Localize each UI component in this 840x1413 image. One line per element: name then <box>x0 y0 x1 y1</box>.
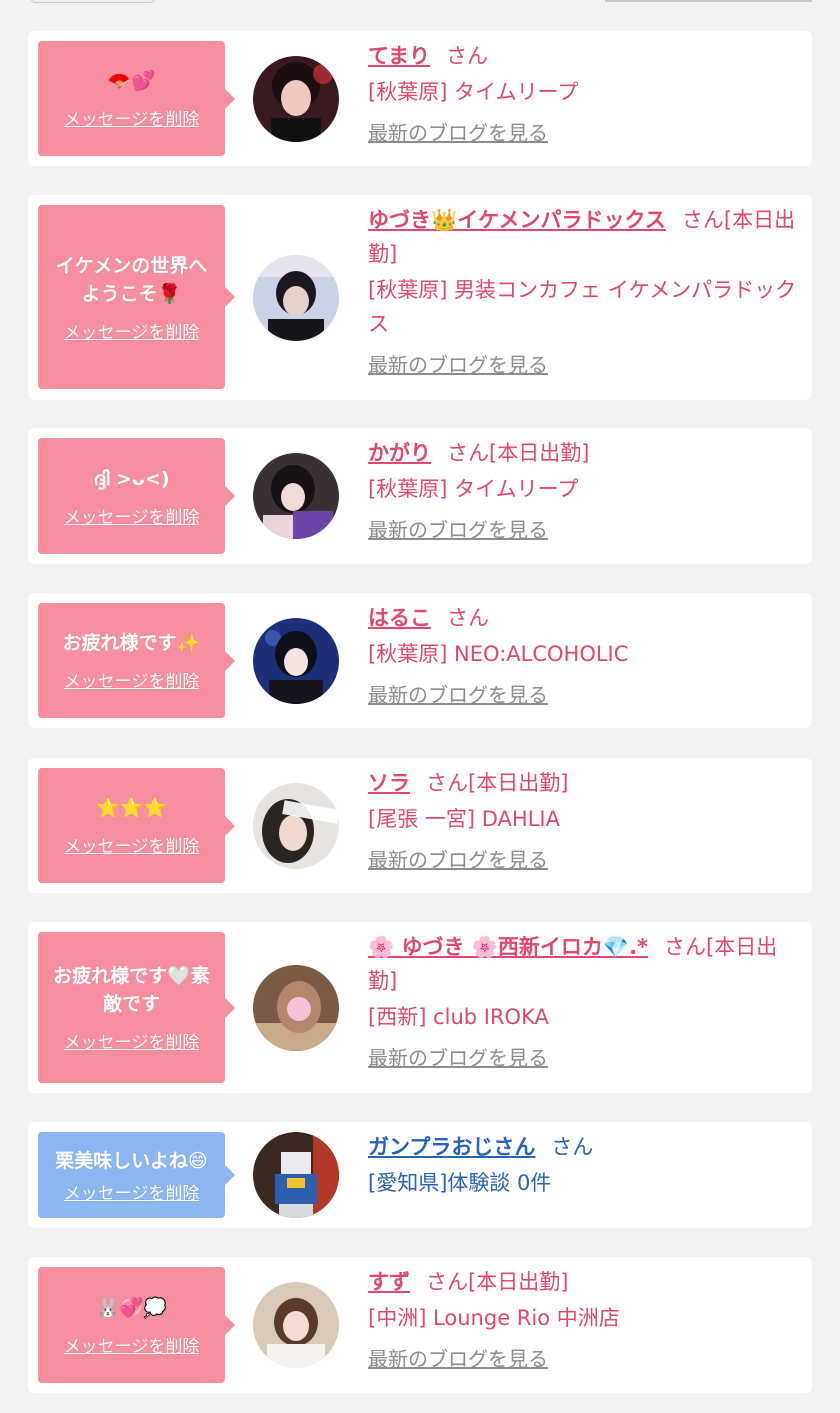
message-card: イケメンの世界へようこそ🌹 メッセージを削除 ゆづき👑イケメンパラドックス さん[… <box>28 195 812 400</box>
avatar[interactable] <box>253 1282 339 1368</box>
cast-name-link[interactable]: ゆづき👑イケメンパラドックス <box>368 208 666 232</box>
shop-name: [秋葉原] NEO:ALCOHOLIC <box>368 642 629 666</box>
message-card: 🐰💞💭 メッセージを削除 すず さん[本日出勤] [中洲] Lounge Rio … <box>28 1257 812 1393</box>
shop-name: [秋葉原] 男装コンカフェ イケメンパラドックス <box>368 278 797 336</box>
latest-blog-link[interactable]: 最新のブログを見る <box>368 1044 802 1072</box>
cast-info: すず さん[本日出勤] [中洲] Lounge Rio 中洲店 最新のブログを見る <box>368 1265 802 1373</box>
message-card: ⭐⭐⭐ メッセージを削除 ソラ さん[本日出勤] [尾張 一宮] DAHLIA 最… <box>28 758 812 893</box>
latest-blog-link[interactable]: 最新のブログを見る <box>368 1345 802 1373</box>
delete-message-link[interactable]: メッセージを削除 <box>64 1179 200 1204</box>
message-text: お疲れ様です🤍素敵です <box>53 965 210 1015</box>
cast-info: 🌸 ゆづき 🌸西新イロカ💎.* さん[本日出勤] [西新] club IROKA … <box>368 930 802 1072</box>
message-card: お疲れ様です🤍素敵です メッセージを削除 🌸 ゆづき 🌸西新イロカ💎.* さん[本… <box>28 922 812 1093</box>
message-bubble: お疲れ様です🤍素敵です メッセージを削除 <box>38 932 235 1083</box>
message-text: ⭐⭐⭐ <box>96 797 167 819</box>
cast-info: かがり さん[本日出勤] [秋葉原] タイムリープ 最新のブログを見る <box>368 436 802 544</box>
user-name-link[interactable]: ガンプラおじさん <box>368 1135 535 1159</box>
delete-message-link[interactable]: メッセージを削除 <box>64 105 200 130</box>
message-card: 🪭💕 メッセージを削除 てまり さん [秋葉原] タイムリープ 最新のブログを見る <box>28 31 812 166</box>
name-suffix: さん <box>447 606 489 630</box>
cast-info: ソラ さん[本日出勤] [尾張 一宮] DAHLIA 最新のブログを見る <box>368 766 802 874</box>
avatar[interactable] <box>253 56 339 142</box>
shop-name: [秋葉原] タイムリープ <box>368 477 579 501</box>
name-suffix: さん[本日出勤] <box>426 771 569 795</box>
cast-name-link[interactable]: すず <box>368 1270 410 1294</box>
cast-name-link[interactable]: かがり <box>368 441 431 465</box>
header-divider <box>605 0 812 2</box>
message-text: 栗美味しいよね😄 <box>55 1149 208 1172</box>
delete-message-link[interactable]: メッセージを削除 <box>64 1332 200 1357</box>
avatar[interactable] <box>253 453 339 539</box>
message-card: お疲れ様です✨ メッセージを削除 はるこ さん [秋葉原] NEO:ALCOHOL… <box>28 593 812 728</box>
shop-name: [秋葉原] タイムリープ <box>368 80 579 104</box>
shop-name: [尾張 一宮] DAHLIA <box>368 807 560 831</box>
message-text: ദ്ദി >ᴗ<) <box>93 467 170 490</box>
review-count: [愛知県]体験談 0件 <box>368 1171 552 1195</box>
cast-info: ゆづき👑イケメンパラドックス さん[本日出勤] [秋葉原] 男装コンカフェ イケメ… <box>368 203 802 379</box>
cast-info: ガンプラおじさん さん [愛知県]体験談 0件 <box>368 1130 802 1200</box>
delete-message-link[interactable]: メッセージを削除 <box>64 1028 200 1053</box>
message-text: イケメンの世界へようこそ🌹 <box>55 254 208 305</box>
avatar[interactable] <box>253 255 339 341</box>
cast-name-link[interactable]: 🌸 ゆづき 🌸西新イロカ💎.* <box>368 935 648 959</box>
cast-name-link[interactable]: てまり <box>368 44 430 68</box>
cast-info: てまり さん [秋葉原] タイムリープ 最新のブログを見る <box>368 39 802 147</box>
name-suffix: さん[本日出勤] <box>447 441 590 465</box>
cast-info: はるこ さん [秋葉原] NEO:ALCOHOLIC 最新のブログを見る <box>368 601 802 709</box>
avatar[interactable] <box>253 1132 339 1218</box>
name-suffix: さん <box>445 44 488 68</box>
avatar[interactable] <box>253 783 339 869</box>
message-bubble: ⭐⭐⭐ メッセージを削除 <box>38 768 235 883</box>
delete-message-link[interactable]: メッセージを削除 <box>64 832 200 857</box>
cast-name-link[interactable]: はるこ <box>368 606 431 630</box>
latest-blog-link[interactable]: 最新のブログを見る <box>368 681 802 709</box>
message-card: 栗美味しいよね😄 メッセージを削除 ガンプラおじさん さん [愛知県]体験談 0件 <box>28 1122 812 1228</box>
message-bubble: イケメンの世界へようこそ🌹 メッセージを削除 <box>38 205 235 389</box>
latest-blog-link[interactable]: 最新のブログを見る <box>368 351 802 379</box>
delete-message-link[interactable]: メッセージを削除 <box>64 667 200 692</box>
latest-blog-link[interactable]: 最新のブログを見る <box>368 516 802 544</box>
message-text: 🐰💞💭 <box>96 1296 167 1319</box>
message-text: 🪭💕 <box>107 70 156 92</box>
cast-name-link[interactable]: ソラ <box>368 771 410 795</box>
message-bubble: 🐰💞💭 メッセージを削除 <box>38 1267 235 1383</box>
message-bubble: 栗美味しいよね😄 メッセージを削除 <box>38 1132 235 1218</box>
latest-blog-link[interactable]: 最新のブログを見る <box>368 846 802 874</box>
shop-name: [中洲] Lounge Rio 中洲店 <box>368 1306 620 1330</box>
header-box-edge <box>30 0 156 3</box>
delete-message-link[interactable]: メッセージを削除 <box>64 318 200 343</box>
message-text: お疲れ様です✨ <box>62 632 201 654</box>
avatar[interactable] <box>253 618 339 704</box>
name-suffix: さん <box>551 1135 594 1159</box>
delete-message-link[interactable]: メッセージを削除 <box>64 503 200 528</box>
name-suffix: さん[本日出勤] <box>426 1270 569 1294</box>
message-bubble: ദ്ദി >ᴗ<) メッセージを削除 <box>38 438 235 554</box>
message-card: ദ്ദി >ᴗ<) メッセージを削除 かがり さん[本日出勤] [秋葉原] タイム… <box>28 428 812 564</box>
shop-name: [西新] club IROKA <box>368 1005 549 1029</box>
message-bubble: お疲れ様です✨ メッセージを削除 <box>38 603 235 718</box>
avatar[interactable] <box>253 965 339 1051</box>
latest-blog-link[interactable]: 最新のブログを見る <box>368 119 802 147</box>
message-bubble: 🪭💕 メッセージを削除 <box>38 41 235 156</box>
